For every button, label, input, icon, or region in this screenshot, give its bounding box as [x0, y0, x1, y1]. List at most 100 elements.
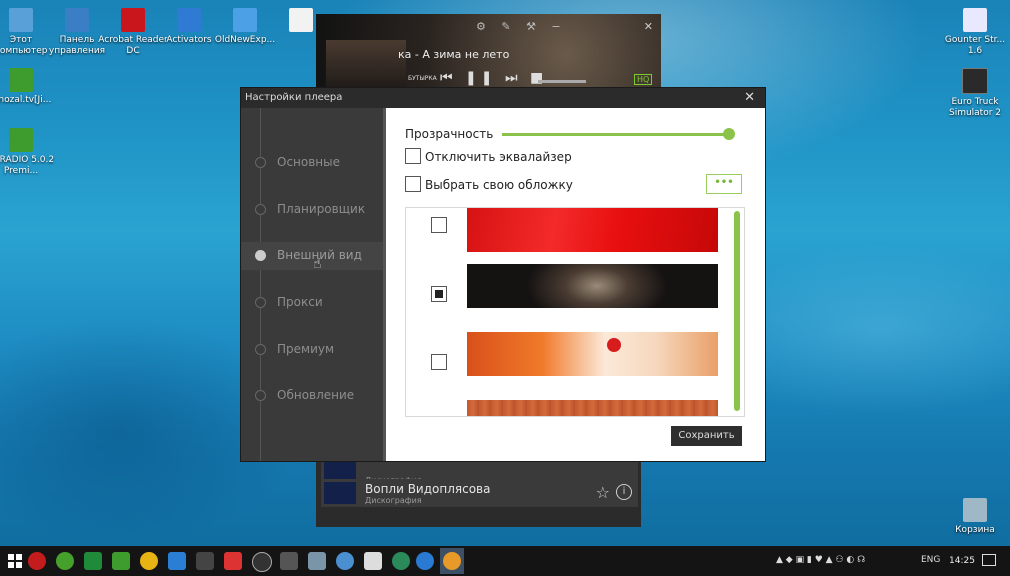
- game-icon: [963, 8, 987, 32]
- volume-slider[interactable]: [538, 80, 586, 83]
- radio-dot-icon: [255, 344, 266, 355]
- cherry-decoration: [607, 338, 621, 352]
- desktop-icon-label: OldNewExp...: [214, 35, 276, 45]
- hq-badge[interactable]: HQ: [634, 74, 653, 85]
- appearance-panel: Прозрачность Отключить эквалайзер Выбрат…: [386, 108, 765, 461]
- dialog-titlebar[interactable]: Настройки плеера ✕: [241, 88, 765, 108]
- sidebar-item-general[interactable]: Основные: [241, 149, 383, 177]
- app-icon-yellow[interactable]: [140, 552, 158, 570]
- desktop-icon-pcradio[interactable]: PCRADIO 5.0.2 Premi...: [0, 128, 58, 177]
- player-playlist: Дискография Вопли Видоплясова Дискографи…: [316, 459, 641, 527]
- disable-equalizer-label: Отключить эквалайзер: [425, 150, 572, 164]
- sidebar-item-label: Премиум: [277, 342, 335, 356]
- skin-preview-cake[interactable]: [467, 332, 718, 376]
- radio-dot-icon: [255, 390, 266, 401]
- refresh-icon[interactable]: [196, 552, 214, 570]
- skin-preview-red[interactable]: [467, 208, 718, 252]
- sidebar-item-label: Прокси: [277, 295, 323, 309]
- app-icon-multicolor[interactable]: [224, 552, 242, 570]
- disable-equalizer-checkbox[interactable]: [405, 148, 421, 164]
- transparency-slider[interactable]: [502, 133, 730, 136]
- player-window[interactable]: ⚙ ✎ ⚒ − ✕ ка - А зима не лето БУТЫРКА ⏮ …: [316, 14, 661, 90]
- desktop-icon-recycle-bin[interactable]: Корзина: [938, 498, 1010, 536]
- windows-start-icon[interactable]: [8, 554, 22, 568]
- folder-icon[interactable]: [308, 552, 326, 570]
- close-icon[interactable]: ✕: [644, 20, 653, 33]
- sidebar-item-premium[interactable]: Премиум: [241, 336, 383, 364]
- player-settings-dialog: Настройки плеера ✕ Основные Планировщик …: [240, 87, 766, 462]
- playback-controls[interactable]: ⏮ ❚❚ ⏭ ■: [440, 70, 547, 86]
- folder-icon: [177, 8, 201, 32]
- clock[interactable]: 14:25: [949, 556, 975, 566]
- radio-dot-icon: [255, 204, 266, 215]
- desktop-icon-kinozal[interactable]: kinozal.tv[Ji...: [0, 68, 58, 106]
- grid-icon[interactable]: [364, 552, 382, 570]
- skin-preview-skull[interactable]: [467, 264, 718, 308]
- app-icon-green[interactable]: [56, 552, 74, 570]
- sidebar-item-appearance[interactable]: Внешний вид: [241, 242, 383, 270]
- desktop-icon-label: Корзина: [955, 525, 995, 535]
- browse-cover-button[interactable]: •••: [706, 174, 742, 194]
- album-thumbnail: [324, 482, 356, 504]
- edge-icon[interactable]: [416, 552, 434, 570]
- desktop-icon-label: Gounter Str... 1.6: [944, 35, 1006, 56]
- transparency-slider-handle[interactable]: [723, 128, 735, 140]
- desktop-icon-label: Activators: [166, 35, 212, 45]
- globe-icon[interactable]: [392, 552, 410, 570]
- skin-checkbox-skull[interactable]: [431, 286, 447, 302]
- document-icon: [289, 8, 313, 32]
- computer-icon: [9, 8, 33, 32]
- music-player-icon[interactable]: [443, 552, 461, 570]
- sidebar-item-label: Планировщик: [277, 202, 366, 216]
- info-icon[interactable]: i: [616, 484, 632, 500]
- sidebar-item-scheduler[interactable]: Планировщик: [241, 196, 383, 224]
- radio-dot-icon: [255, 250, 266, 261]
- track-title: ка - А зима не лето: [398, 48, 510, 61]
- hand-cursor-icon: ☝: [313, 256, 322, 272]
- tray-icons[interactable]: ▲ ◆ ▣ ▮ ♥ ▲ ⚇ ◐ ☊: [776, 555, 865, 565]
- desktop-icon-label: kinozal.tv[Ji...: [0, 95, 52, 105]
- sidebar-item-update[interactable]: Обновление: [241, 382, 383, 410]
- opera-icon[interactable]: [28, 552, 46, 570]
- forbidden-icon[interactable]: [252, 552, 272, 572]
- acrobat-icon: [121, 8, 145, 32]
- search-icon[interactable]: [280, 552, 298, 570]
- language-indicator[interactable]: ENG: [921, 555, 940, 565]
- radio-dot-icon: [255, 297, 266, 308]
- skin-list-scrollbar[interactable]: [734, 211, 740, 411]
- truck-icon: [962, 68, 988, 94]
- desktop-icon-counter-strike[interactable]: Gounter Str... 1.6: [938, 8, 1010, 57]
- settings-sidebar: Основные Планировщик Внешний вид Прокси …: [241, 108, 383, 461]
- taskbar: ▲ ◆ ▣ ▮ ♥ ▲ ⚇ ◐ ☊ ENG 14:25: [0, 546, 1010, 576]
- skin-preview-wood[interactable]: [467, 400, 718, 416]
- app-icon-blue[interactable]: [336, 552, 354, 570]
- save-button[interactable]: Сохранить: [671, 426, 742, 446]
- skin-checkbox-red[interactable]: [431, 217, 447, 233]
- recycle-bin-icon: [963, 498, 987, 522]
- list-item[interactable]: Вопли Видоплясова Дискография ☆ i: [321, 479, 638, 507]
- close-icon[interactable]: ✕: [744, 90, 755, 105]
- list-item-title: Вопли Видоплясова: [365, 482, 491, 496]
- sidebar-item-proxy[interactable]: Прокси: [241, 289, 383, 317]
- artist-photo: [326, 40, 406, 90]
- list-item-subtitle: Дискография: [365, 496, 422, 505]
- desktop-icon-label: PCRADIO 5.0.2 Premi...: [0, 155, 55, 176]
- player-toolbar: ⚙ ✎ ⚒ −: [476, 20, 567, 33]
- radio-dot-icon: [255, 157, 266, 168]
- torrent-icon: [9, 128, 33, 152]
- album-label: БУТЫРКА: [408, 75, 437, 82]
- sidebar-item-label: Основные: [277, 155, 341, 169]
- torrent-icon: [9, 68, 33, 92]
- skin-checkbox-cake[interactable]: [431, 354, 447, 370]
- arrow-icon[interactable]: [84, 552, 102, 570]
- star-icon[interactable]: ☆: [596, 483, 610, 502]
- desktop-icon-euro-truck[interactable]: Euro Truck Simulator 2: [938, 68, 1010, 119]
- player-icon[interactable]: [168, 552, 186, 570]
- skin-list: [405, 207, 745, 417]
- choose-cover-checkbox[interactable]: [405, 176, 421, 192]
- desktop-icon-label: Euro Truck Simulator 2: [948, 97, 1002, 118]
- torrent-icon[interactable]: [112, 552, 130, 570]
- dialog-title: Настройки плеера: [245, 92, 343, 103]
- control-panel-icon: [65, 8, 89, 32]
- notifications-icon[interactable]: [982, 554, 996, 566]
